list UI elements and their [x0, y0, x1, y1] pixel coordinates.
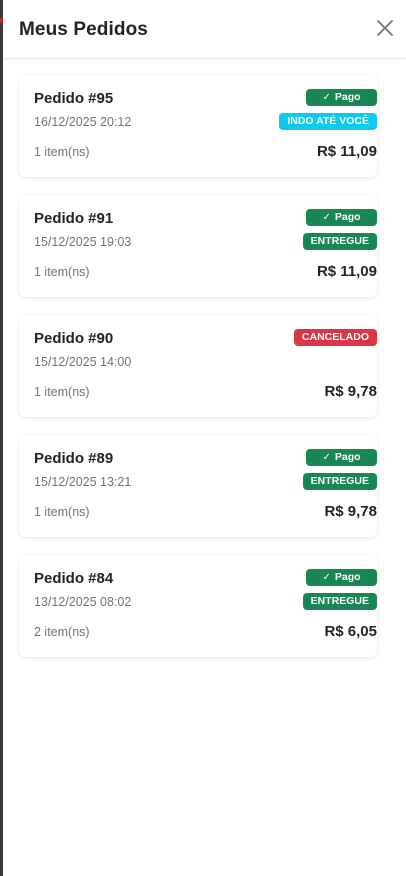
order-card[interactable]: Pedido #91 15/12/2025 19:03 1 item(ns) R… [19, 195, 377, 297]
order-total: R$ 9,78 [177, 503, 377, 520]
order-date: 15/12/2025 13:21 [34, 475, 132, 489]
order-number: Pedido #90 [34, 330, 114, 347]
order-card[interactable]: Pedido #95 16/12/2025 20:12 1 item(ns) R… [19, 75, 377, 177]
order-number: Pedido #89 [34, 450, 114, 467]
order-date: 13/12/2025 08:02 [34, 595, 132, 609]
orders-list: Pedido #95 16/12/2025 20:12 1 item(ns) R… [19, 75, 393, 675]
order-total-value: R$ 9,78 [324, 503, 377, 520]
order-total-value: R$ 11,09 [316, 143, 377, 160]
order-card[interactable]: Pedido #90 15/12/2025 14:00 1 item(ns) R… [19, 315, 377, 417]
order-number: Pedido #91 [34, 210, 114, 227]
background-page-edge [0, 0, 3, 876]
payment-badge-label: Pago [334, 451, 361, 463]
page-title: Meus Pedidos [19, 19, 148, 40]
check-icon: ✓ [322, 92, 331, 103]
order-total: R$ 6,05 [177, 623, 377, 640]
order-card[interactable]: Pedido #84 13/12/2025 08:02 2 item(ns) R… [19, 555, 377, 657]
order-number: Pedido #84 [34, 570, 114, 587]
status-badge: CANCELADO [293, 329, 377, 346]
payment-badge-label: Pago [334, 91, 361, 103]
order-number: Pedido #95 [34, 90, 114, 107]
status-badge: ENTREGUE [302, 233, 377, 250]
payment-badge: ✓ Pago [306, 209, 377, 226]
order-item-count: 1 item(ns) [34, 505, 90, 519]
payment-badge: ✓ Pago [306, 569, 377, 586]
order-total-value: R$ 6,05 [324, 623, 377, 640]
check-icon: ✓ [322, 572, 331, 583]
status-badge: ENTREGUE [302, 593, 377, 610]
status-badge: INDO ATÉ VOCÊ [279, 113, 377, 130]
order-item-count: 1 item(ns) [34, 385, 90, 399]
order-total: R$ 9,78 [177, 383, 377, 400]
status-badge: ENTREGUE [302, 473, 377, 490]
order-item-count: 1 item(ns) [34, 145, 90, 159]
close-button[interactable] [374, 17, 396, 39]
order-date: 16/12/2025 20:12 [34, 115, 132, 129]
order-card[interactable]: Pedido #89 15/12/2025 13:21 1 item(ns) R… [19, 435, 377, 537]
check-icon: ✓ [322, 212, 331, 223]
orders-panel: Meus Pedidos Pedido #95 16/12/2025 20:12… [0, 0, 406, 876]
payment-badge: ✓ Pago [306, 89, 377, 106]
order-item-count: 1 item(ns) [34, 265, 90, 279]
order-total-value: R$ 11,09 [316, 263, 377, 280]
close-icon [377, 20, 393, 36]
payment-badge-label: Pago [334, 211, 361, 223]
payment-badge-label: Pago [334, 571, 361, 583]
order-date: 15/12/2025 19:03 [34, 235, 132, 249]
order-item-count: 2 item(ns) [34, 625, 90, 639]
panel-header: Meus Pedidos [3, 0, 406, 59]
order-date: 15/12/2025 14:00 [34, 355, 132, 369]
order-total-value: R$ 9,78 [324, 383, 377, 400]
check-icon: ✓ [322, 452, 331, 463]
order-total: R$ 11,09 [177, 263, 377, 280]
order-total: R$ 11,09 [177, 143, 377, 160]
payment-badge: ✓ Pago [306, 449, 377, 466]
